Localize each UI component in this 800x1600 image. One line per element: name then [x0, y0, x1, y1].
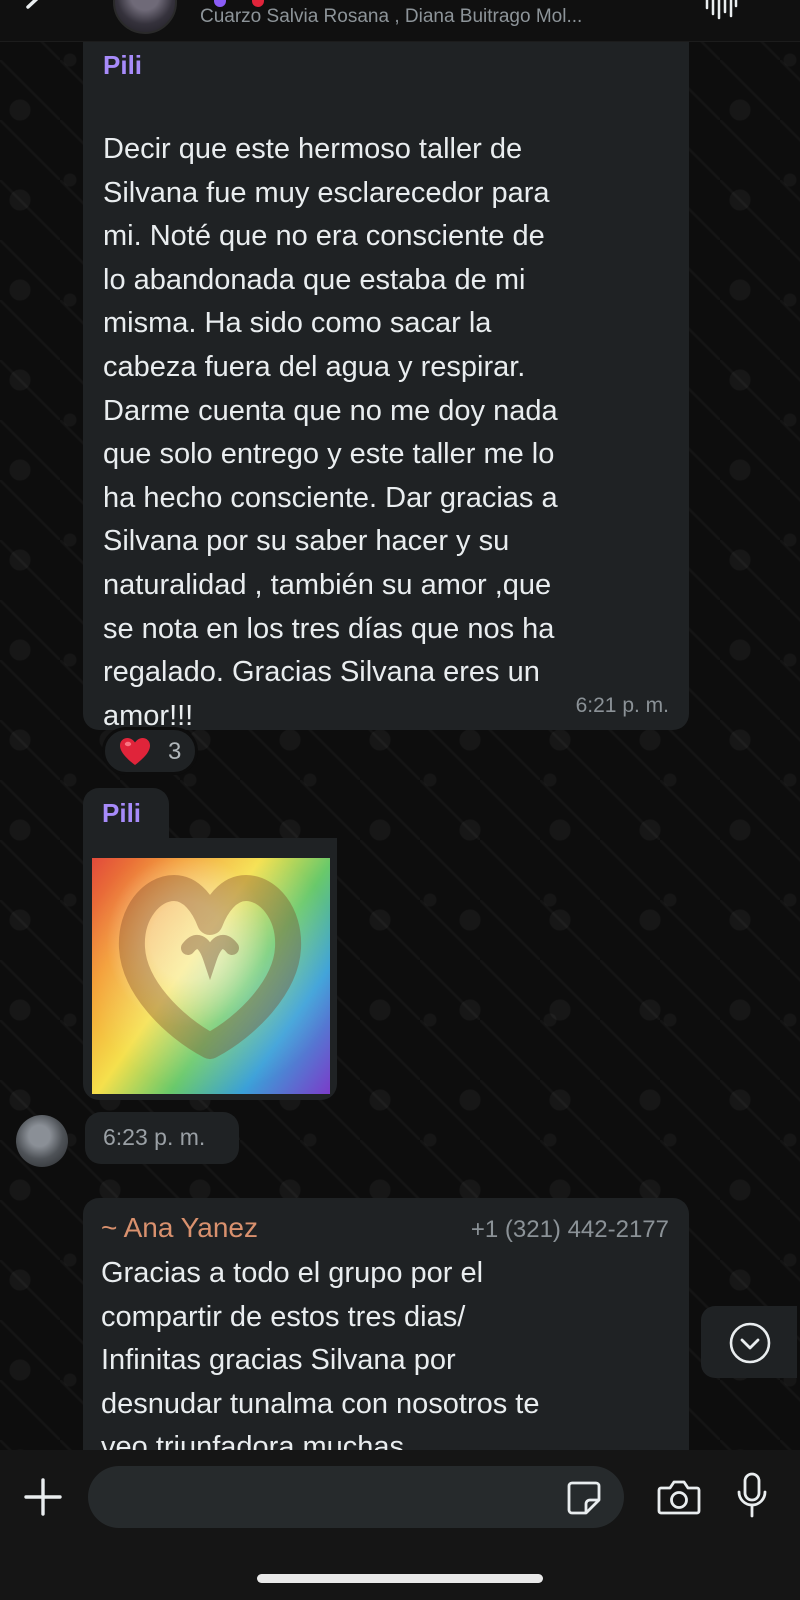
message-input[interactable]: [88, 1466, 624, 1528]
message-text: Gracias a todo el grupo por el compartir…: [101, 1257, 540, 1464]
message-bubble[interactable]: ~ Ana Yanez +1 (321) 442-2177 Gracias a …: [83, 1198, 689, 1463]
message-bubble[interactable]: Pili Decir que este hermoso taller de Si…: [83, 42, 689, 732]
audio-wave-icon[interactable]: [704, 0, 738, 20]
image-time-bubble: 6:23 p. m.: [85, 1112, 239, 1164]
message-bubble-header: Pili: [83, 788, 169, 838]
heart-icon: [120, 738, 150, 765]
group-avatar[interactable]: [113, 0, 177, 34]
microphone-icon[interactable]: [736, 1472, 768, 1520]
chat-header[interactable]: Cuarzo Salvia Rosana , Diana Buitrago Mo…: [0, 0, 800, 42]
sender-name[interactable]: Pili: [103, 50, 142, 81]
message-time: 6:21 p. m.: [575, 694, 669, 717]
message-time: 6:23 p. m.: [103, 1124, 206, 1150]
reaction-count: 3: [168, 738, 182, 765]
camera-icon[interactable]: [657, 1478, 701, 1516]
sender-phone[interactable]: +1 (321) 442-2177: [471, 1216, 669, 1244]
message-text: Decir que este hermoso taller de Silvana…: [103, 133, 558, 732]
sender-avatar[interactable]: [16, 1115, 68, 1167]
message-composer: [0, 1450, 800, 1600]
sender-name[interactable]: Pili: [102, 798, 141, 829]
home-indicator: [257, 1574, 543, 1583]
reaction-badge[interactable]: 3: [102, 727, 198, 775]
group-members[interactable]: Cuarzo Salvia Rosana , Diana Buitrago Mo…: [200, 6, 680, 28]
chevron-down-circle-icon: [729, 1322, 771, 1364]
sender-name[interactable]: ~ Ana Yanez: [101, 1212, 258, 1244]
scroll-to-bottom-button[interactable]: [701, 1306, 797, 1378]
sticker-icon[interactable]: [566, 1480, 602, 1516]
chevron-left-icon[interactable]: [22, 0, 48, 20]
plus-icon[interactable]: [24, 1478, 62, 1516]
rainbow-heart-hands-image[interactable]: [92, 858, 330, 1094]
heart-hands-figure: [92, 858, 330, 1094]
